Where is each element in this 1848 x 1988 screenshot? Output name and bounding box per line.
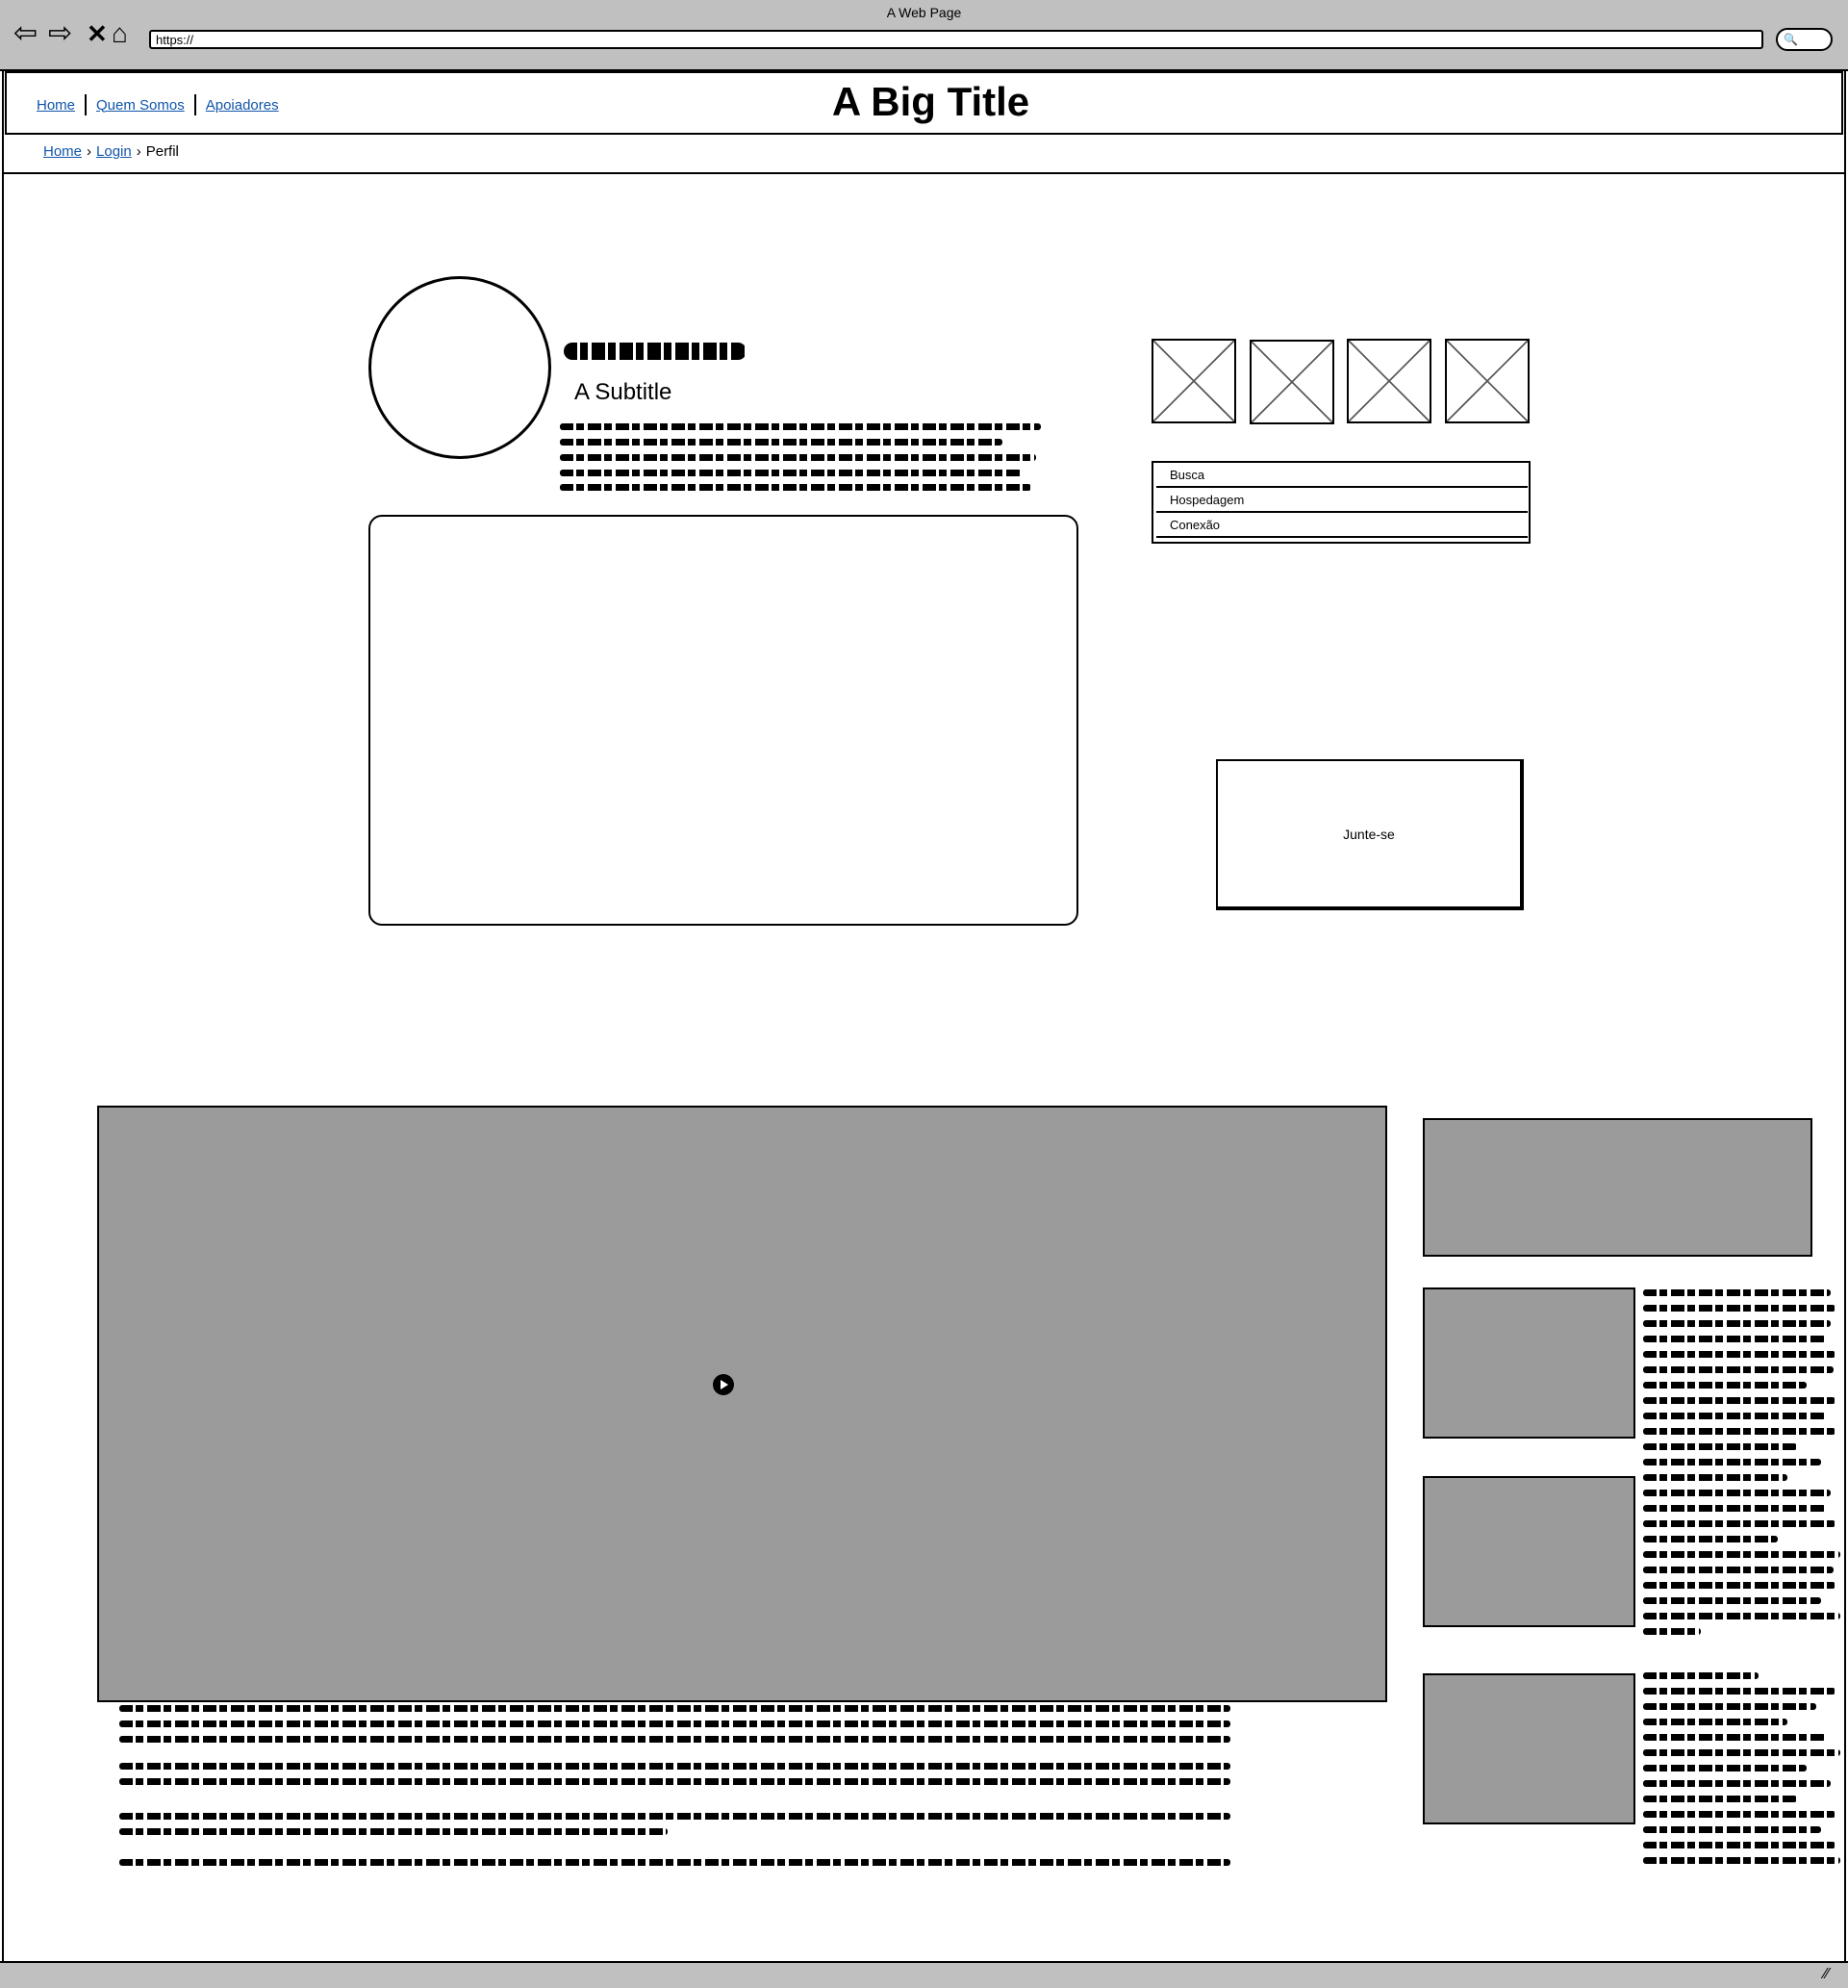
featured-image (1423, 1118, 1812, 1257)
image-placeholder-1 (1152, 339, 1236, 423)
breadcrumb-login[interactable]: Login (96, 143, 132, 160)
avatar (368, 276, 551, 459)
menu-item-hospedagem[interactable]: Hospedagem (1156, 488, 1528, 513)
status-bar (0, 1961, 1848, 1988)
thumbnail-3 (1423, 1673, 1635, 1824)
video-player[interactable] (97, 1106, 1387, 1702)
back-arrow-icon[interactable]: ⇦ (13, 19, 38, 48)
chevron-right-icon: › (87, 143, 92, 160)
thumbnail-1 (1423, 1287, 1635, 1439)
profile-bio-placeholder (560, 423, 1041, 491)
menu-item-busca[interactable]: Busca (1156, 463, 1528, 488)
join-button[interactable]: Junte-se (1216, 759, 1524, 910)
menu-list: Busca Hospedagem Conexão (1152, 461, 1531, 544)
thumbnail-2 (1423, 1476, 1635, 1627)
breadcrumb-current: Perfil (145, 143, 179, 160)
menu-item-conexao[interactable]: Conexão (1156, 513, 1528, 538)
browser-search-button[interactable]: 🔍 (1776, 28, 1833, 51)
forward-arrow-icon[interactable]: ⇨ (48, 19, 72, 48)
header-divider (4, 172, 1844, 174)
image-placeholder-3 (1347, 339, 1431, 423)
chevron-right-icon: › (136, 143, 141, 160)
gallery-text-placeholder-2 (1643, 1672, 1840, 1874)
search-icon: 🔍 (1784, 33, 1798, 46)
stop-icon[interactable]: ✕ (87, 19, 108, 48)
breadcrumb-home[interactable]: Home (43, 143, 82, 160)
window-title: A Web Page (886, 5, 962, 20)
profile-subtitle: A Subtitle (574, 379, 672, 405)
home-icon[interactable]: ⌂ (112, 19, 128, 48)
image-placeholder-2 (1250, 340, 1334, 424)
gallery-text-placeholder-1 (1643, 1289, 1840, 1645)
page-title: A Big Title (831, 79, 1030, 124)
url-input[interactable]: https:// (149, 30, 1763, 49)
play-icon[interactable] (713, 1374, 734, 1395)
breadcrumb: Home › Login › Perfil (43, 143, 179, 160)
content-panel (368, 515, 1078, 926)
resize-grip-icon[interactable]: ⁄⁄ (1824, 1966, 1829, 1983)
body-text-placeholder (119, 1705, 1230, 1869)
image-placeholder-4 (1445, 339, 1530, 423)
